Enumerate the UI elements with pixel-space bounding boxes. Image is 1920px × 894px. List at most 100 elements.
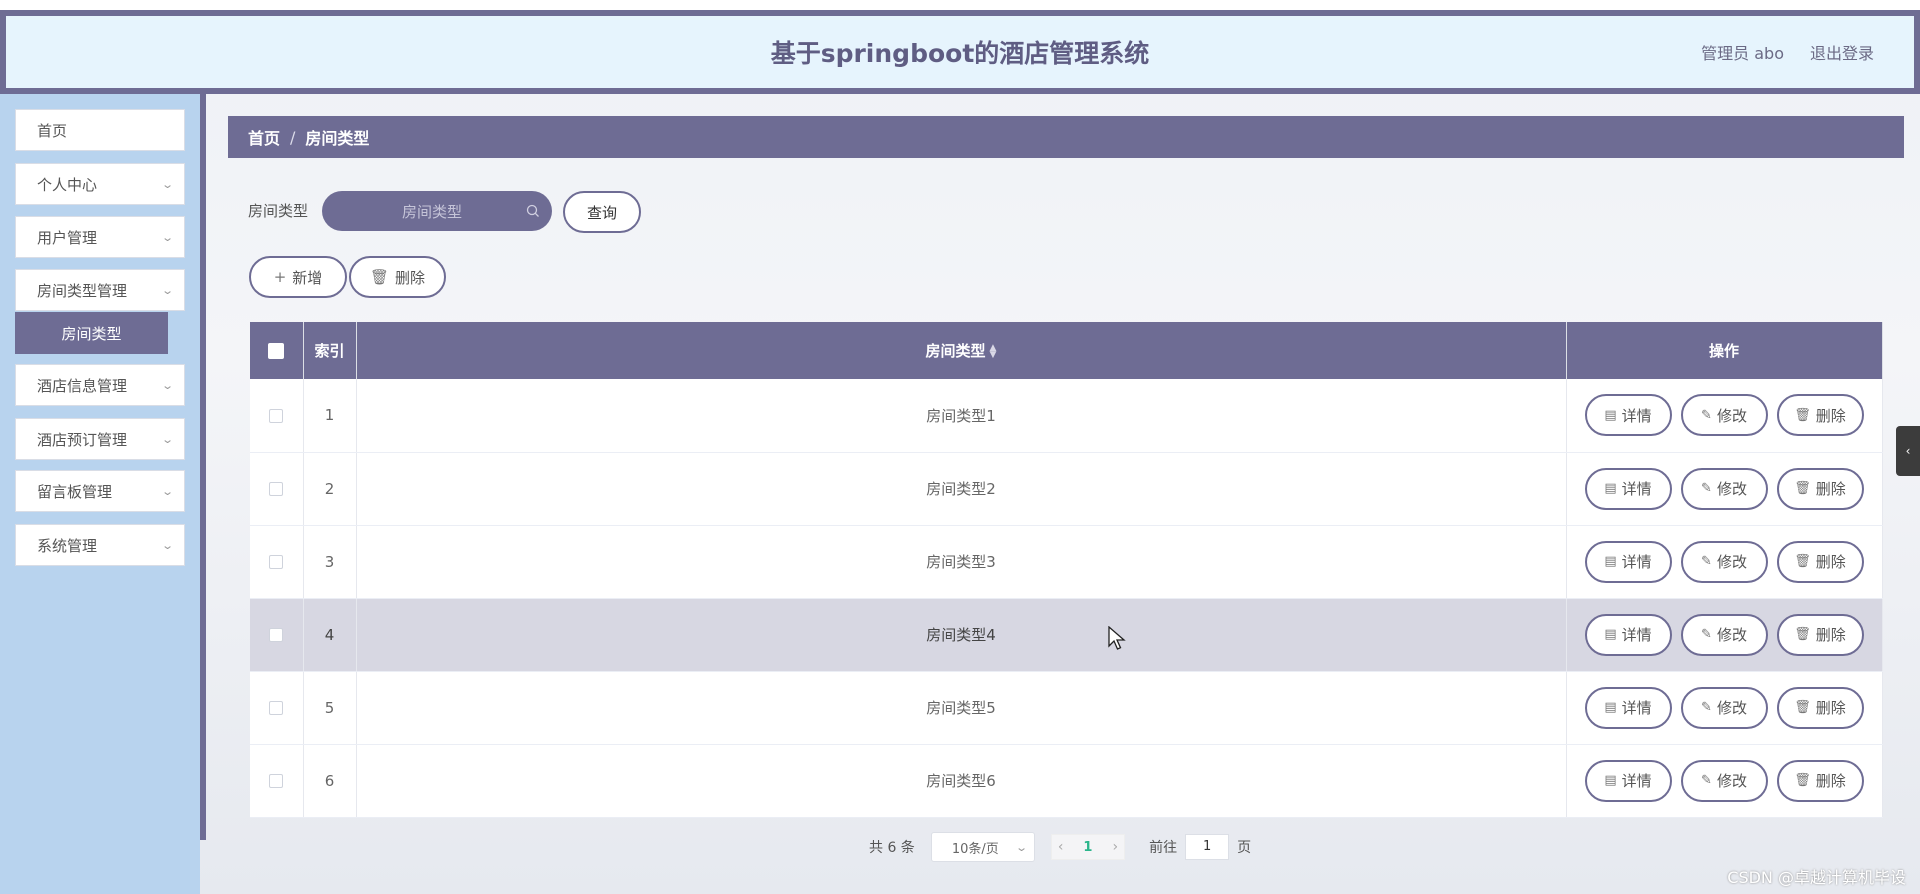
next-page-icon[interactable]: › <box>1112 839 1118 855</box>
breadcrumb: 首页 / 房间类型 <box>228 116 1904 158</box>
pencil-icon: ✎ <box>1701 407 1712 423</box>
document-icon: ▤ <box>1604 481 1617 496</box>
edit-button[interactable]: ✎ 修改 <box>1680 540 1768 583</box>
delete-row-button-label: 删除 <box>1815 406 1846 425</box>
table-row: 4 房间类型4 ▤ 详情 ✎ 修改 🗑 删除 <box>250 598 1883 672</box>
delete-row-button-label: 删除 <box>1815 480 1846 498</box>
delete-row-button[interactable]: 🗑 删除 <box>1776 686 1864 729</box>
breadcrumb-home[interactable]: 首页 <box>248 125 280 149</box>
select-all-checkbox[interactable] <box>268 343 285 359</box>
page-number-current[interactable]: 1 <box>1083 840 1092 855</box>
chevron-down-icon: ⌄ <box>160 484 174 498</box>
add-button-label: 新增 <box>292 268 323 287</box>
row-index: 5 <box>303 671 357 745</box>
chevron-down-icon: ⌄ <box>160 283 174 297</box>
sidebar-item-user-management[interactable]: 用户管理 ⌄ <box>15 216 185 258</box>
edit-button[interactable]: ✎ 修改 <box>1680 394 1768 437</box>
row-room-type: 房间类型1 <box>356 379 1567 453</box>
delete-row-button[interactable]: 🗑 删除 <box>1776 759 1864 802</box>
detail-button[interactable]: ▤ 详情 <box>1584 467 1672 510</box>
sidebar-item-message-board[interactable]: 留言板管理 ⌄ <box>15 470 185 512</box>
pencil-icon: ✎ <box>1701 700 1712 715</box>
delete-row-button[interactable]: 🗑 删除 <box>1776 467 1864 510</box>
sidebar-item-home[interactable]: 首页 <box>15 109 185 151</box>
pencil-icon: ✎ <box>1701 481 1712 496</box>
sidebar-item-booking-management[interactable]: 酒店预订管理 ⌄ <box>15 418 185 460</box>
row-checkbox[interactable] <box>269 482 284 496</box>
document-icon: ▤ <box>1604 700 1617 715</box>
detail-button[interactable]: ▤ 详情 <box>1584 394 1672 437</box>
sidebar-item-room-type-management[interactable]: 房间类型管理 ⌄ <box>15 269 185 311</box>
row-index: 6 <box>303 744 357 818</box>
sidebar-item-system-management[interactable]: 系统管理 ⌄ <box>15 524 185 566</box>
detail-button[interactable]: ▤ 详情 <box>1584 613 1672 656</box>
user-label: 管理员 abo <box>1701 44 1784 63</box>
search-label: 房间类型 <box>248 202 309 220</box>
row-index: 1 <box>303 379 357 453</box>
detail-button[interactable]: ▤ 详情 <box>1584 540 1672 583</box>
sidebar-subitem-room-type[interactable]: 房间类型 <box>15 312 168 354</box>
detail-button-label: 详情 <box>1621 699 1652 717</box>
goto-prefix: 前往 <box>1149 840 1178 856</box>
edit-button-label: 修改 <box>1716 406 1747 425</box>
logout-link[interactable]: 退出登录 <box>1810 40 1874 64</box>
sort-icon[interactable]: ▲ ▼ <box>990 343 997 359</box>
search-input[interactable]: 房间类型 <box>322 191 552 231</box>
plus-icon: + <box>273 268 287 286</box>
detail-button[interactable]: ▤ 详情 <box>1584 759 1672 802</box>
row-checkbox[interactable] <box>269 774 284 788</box>
header: 基于springboot的酒店管理系统 管理员 abo 退出登录 <box>0 10 1920 94</box>
goto-suffix: 页 <box>1237 840 1252 856</box>
pencil-icon: ✎ <box>1701 627 1712 642</box>
row-checkbox[interactable] <box>269 408 284 423</box>
delete-row-button[interactable]: 🗑 删除 <box>1776 540 1864 583</box>
edit-button-label: 修改 <box>1716 553 1747 571</box>
document-icon: ▤ <box>1604 773 1617 788</box>
chevron-left-icon: ‹ <box>1905 444 1911 458</box>
pagination: 共 6 条 10条/页 ⌄ ‹ 1 › 前往 1 页 <box>869 832 1251 862</box>
goto-page-input[interactable]: 1 <box>1185 834 1230 860</box>
edit-button[interactable]: ✎ 修改 <box>1680 686 1768 729</box>
edit-button[interactable]: ✎ 修改 <box>1680 613 1768 656</box>
sidebar-item-hotel-info-management[interactable]: 酒店信息管理 ⌄ <box>15 364 185 406</box>
row-checkbox[interactable] <box>269 555 284 569</box>
prev-page-icon[interactable]: ‹ <box>1058 839 1064 855</box>
table-header-row: 索引 房间类型 ▲ ▼ 操作 <box>250 322 1883 379</box>
row-index: 2 <box>303 452 357 526</box>
document-icon: ▤ <box>1604 554 1617 569</box>
page-size-select[interactable]: 10条/页 ⌄ <box>930 832 1035 862</box>
detail-button-label: 详情 <box>1621 772 1652 790</box>
delete-button[interactable]: 🗑 删除 <box>349 256 446 298</box>
row-room-type: 房间类型2 <box>356 452 1567 526</box>
trash-icon: 🗑 <box>1794 700 1811 715</box>
header-room-type[interactable]: 房间类型 ▲ ▼ <box>356 322 1567 379</box>
edit-button-label: 修改 <box>1716 480 1747 498</box>
edit-button-label: 修改 <box>1716 626 1747 644</box>
collapse-panel-tab[interactable]: ‹ <box>1896 426 1920 476</box>
chevron-down-icon: ⌄ <box>160 230 174 244</box>
sidebar-item-label: 个人中心 <box>37 175 98 194</box>
sidebar-item-personal-center[interactable]: 个人中心 ⌄ <box>15 163 185 205</box>
delete-row-button[interactable]: 🗑 删除 <box>1776 394 1864 437</box>
delete-button-label: 删除 <box>395 268 426 287</box>
trash-icon: 🗑 <box>1794 627 1811 642</box>
row-checkbox[interactable] <box>269 701 284 715</box>
sidebar-item-label: 系统管理 <box>37 536 98 555</box>
breadcrumb-separator: / <box>290 127 296 147</box>
row-room-type: 房间类型4 <box>356 598 1567 672</box>
row-checkbox[interactable] <box>269 628 284 642</box>
pencil-icon: ✎ <box>1701 773 1712 788</box>
edit-button[interactable]: ✎ 修改 <box>1680 759 1768 802</box>
page-jumper: 前往 1 页 <box>1149 834 1251 860</box>
trash-icon: 🗑 <box>369 268 390 286</box>
trash-icon: 🗑 <box>1794 554 1811 569</box>
detail-button-label: 详情 <box>1621 626 1652 644</box>
detail-button[interactable]: ▤ 详情 <box>1584 686 1672 729</box>
add-button[interactable]: + 新增 <box>249 256 347 298</box>
mouse-cursor-icon <box>1108 626 1126 650</box>
delete-row-button[interactable]: 🗑 删除 <box>1776 613 1864 656</box>
query-button[interactable]: 查询 <box>563 191 641 233</box>
breadcrumb-current: 房间类型 <box>305 129 370 148</box>
edit-button[interactable]: ✎ 修改 <box>1680 467 1768 510</box>
edit-button-label: 修改 <box>1716 772 1747 790</box>
